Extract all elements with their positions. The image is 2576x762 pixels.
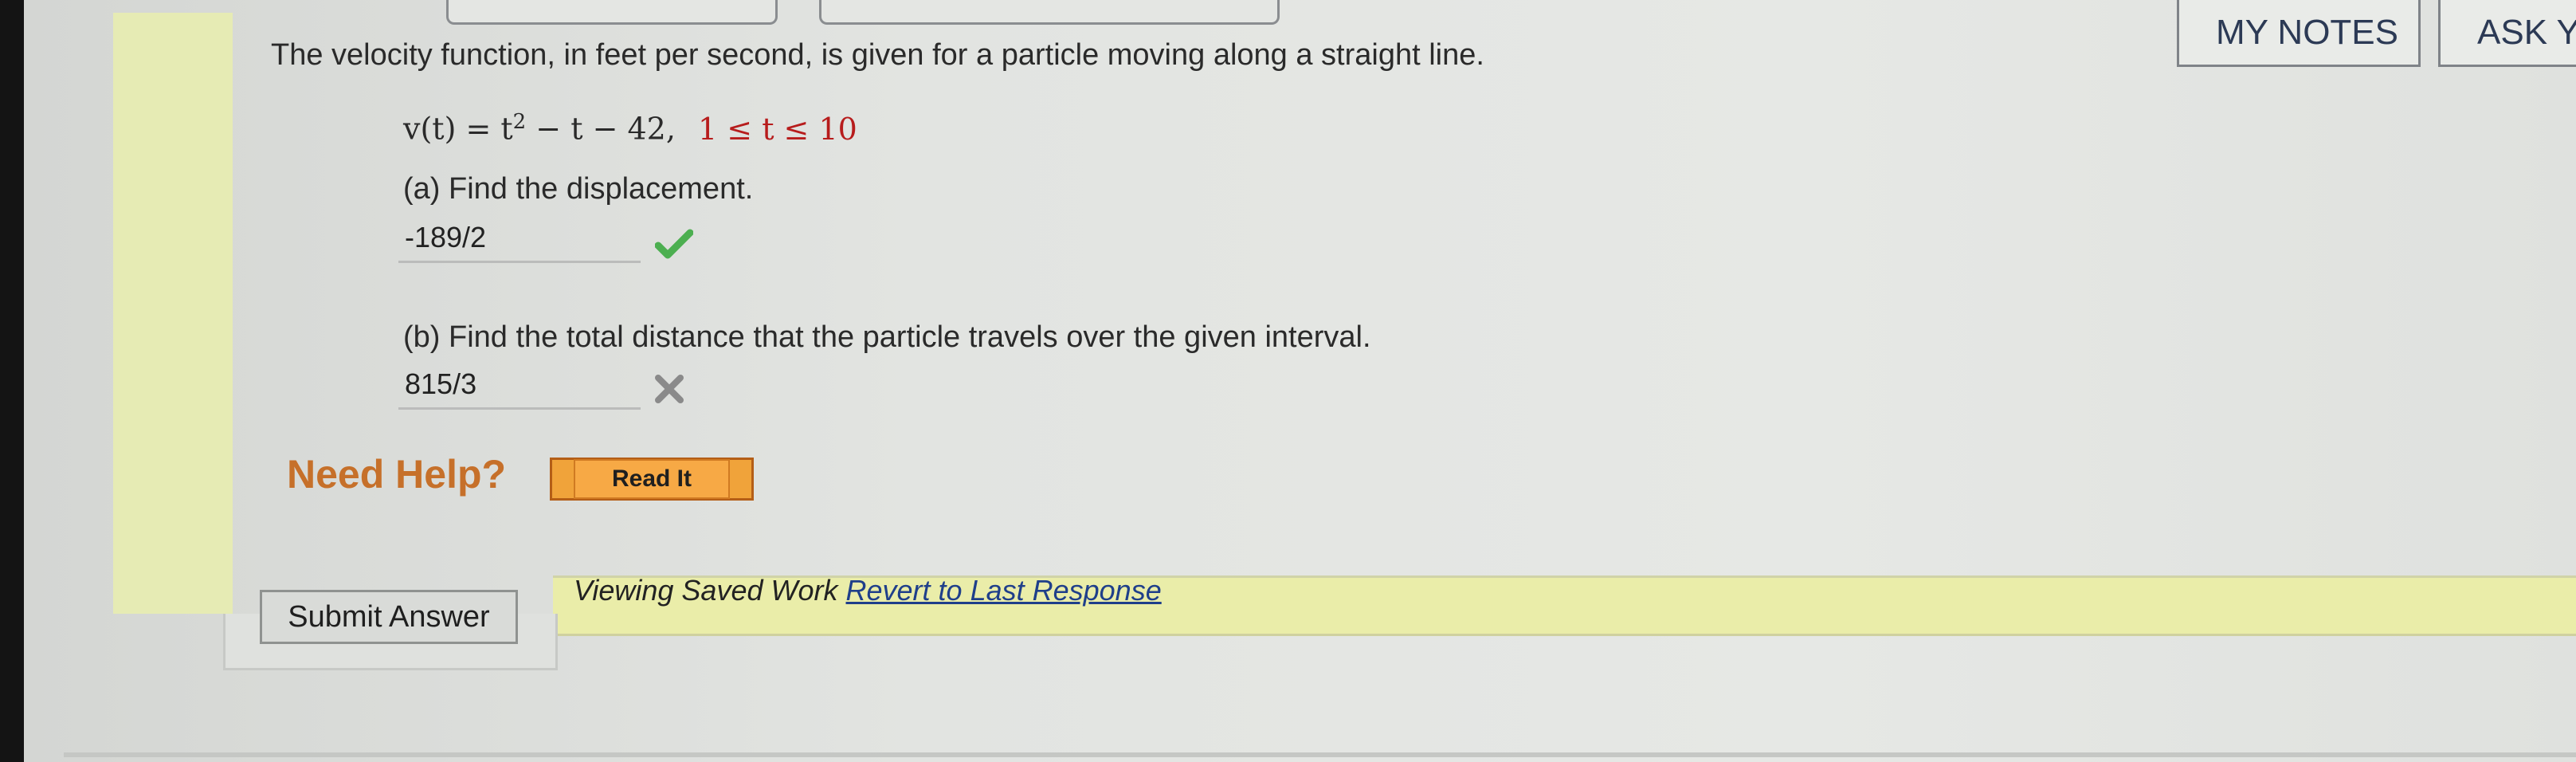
ask-your-teacher-button[interactable]: ASK YC [2438,0,2576,67]
read-it-label: Read It [573,459,731,499]
velocity-function: v(t) = t2 − t − 42, 1 ≤ t ≤ 10 [403,110,857,147]
question-intro: The velocity function, in feet per secon… [271,38,1484,72]
submit-answer-label: Submit Answer [288,599,490,634]
question-side-strip [113,13,233,614]
part-a-prompt: (a) Find the displacement. [403,172,754,206]
function-rhs: − t − 42, [526,111,676,147]
viewing-saved-work-label: Viewing Saved Work [574,574,838,607]
part-b-answer-value: 815/3 [405,367,477,400]
read-it-button[interactable]: Read It [550,458,754,501]
check-icon [654,228,694,264]
revert-link[interactable]: Revert to Last Response [846,574,1162,607]
close-icon [653,373,685,409]
part-a-answer-value: -189/2 [405,220,487,253]
function-exponent: 2 [512,110,527,134]
saved-work-text: Viewing Saved Work Revert to Last Respon… [574,574,1162,607]
part-b-answer-field[interactable]: 815/3 [398,360,641,410]
screen-bezel [0,0,24,762]
need-help-label: Need Help? [287,452,507,497]
part-b-prompt: (b) Find the total distance that the par… [403,320,1371,354]
previous-question-tab-2 [819,0,1280,25]
ask-your-label: ASK YC [2477,12,2576,52]
previous-question-tab [446,0,778,25]
part-a-answer-field[interactable]: -189/2 [398,214,641,263]
submit-answer-button[interactable]: Submit Answer [260,590,518,644]
function-lhs: v(t) = t [403,111,513,147]
my-notes-label: MY NOTES [2216,12,2399,52]
bottom-divider [64,752,2576,757]
my-notes-button[interactable]: MY NOTES [2177,0,2421,67]
function-domain: 1 ≤ t ≤ 10 [698,111,857,147]
